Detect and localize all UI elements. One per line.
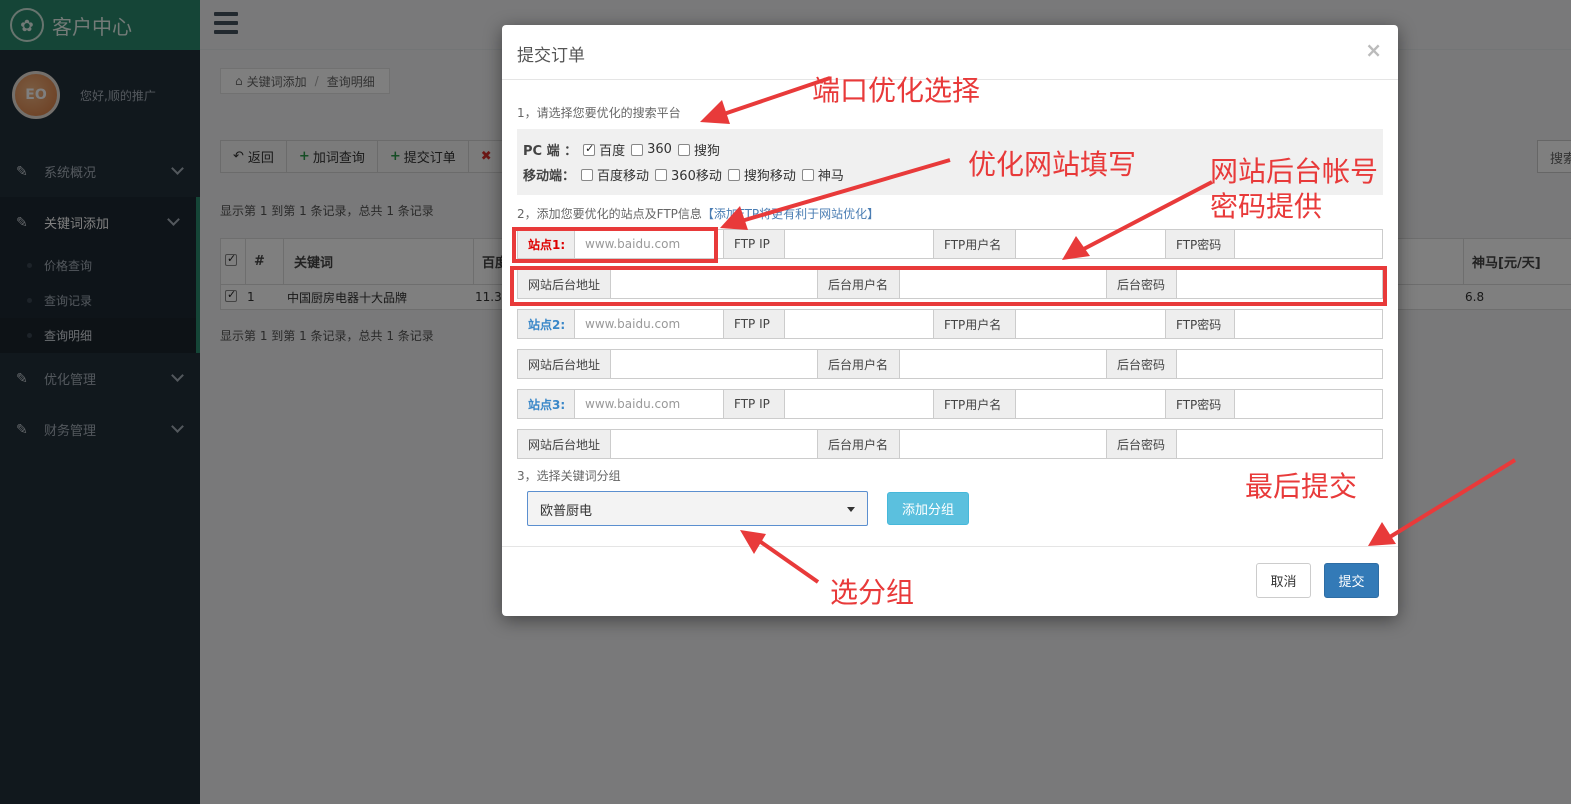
checkbox-box[interactable]	[631, 143, 644, 156]
admin-url-addon: 网站后台地址	[518, 430, 611, 458]
checkbox-label: 360移动	[671, 169, 722, 184]
checkbox-label: 神马	[817, 169, 844, 184]
checkbox-box[interactable]	[581, 168, 594, 181]
site2-ftp-ip-input[interactable]	[785, 310, 934, 338]
site3-ftp-pass-input[interactable]	[1235, 390, 1382, 418]
admin-user-addon: 后台用户名	[818, 430, 900, 458]
checkbox-baidu-mobile[interactable]: 百度移动	[581, 165, 649, 184]
site3-label: 站点3:	[518, 390, 575, 418]
checkbox-box[interactable]	[655, 168, 668, 181]
add-group-button[interactable]: 添加分组	[887, 492, 969, 525]
checkbox-sogou[interactable]: 搜狗	[677, 140, 720, 159]
ftp-pass-addon: FTP密码	[1166, 230, 1235, 258]
group-selected-value: 欧普厨电	[540, 504, 593, 519]
site3-url-input[interactable]: www.baidu.com	[575, 390, 724, 418]
site2-ftp-pass-input[interactable]	[1235, 310, 1382, 338]
submit-button[interactable]: 提交	[1324, 563, 1379, 598]
annotation-final: 最后提交	[1245, 470, 1358, 503]
step2-note: 【添加FTP将更有利于网站优化】	[701, 207, 880, 221]
admin-user-addon: 后台用户名	[818, 350, 900, 378]
annotation-box-admin	[510, 266, 1387, 306]
checkbox-360[interactable]: 360	[631, 142, 672, 157]
site1-ftp-pass-input[interactable]	[1235, 230, 1382, 258]
ftp-ip-addon: FTP IP	[724, 390, 785, 418]
site2-ftp-user-input[interactable]	[1016, 310, 1166, 338]
site1-ftp-user-input[interactable]	[1016, 230, 1166, 258]
site3-ftp-user-input[interactable]	[1016, 390, 1166, 418]
checkbox-box[interactable]	[583, 142, 596, 156]
keyword-group-select[interactable]: 欧普厨电	[527, 491, 868, 526]
site1-ftp-ip-input[interactable]	[785, 230, 934, 258]
checkbox-360-mobile[interactable]: 360移动	[655, 165, 722, 184]
ftp-ip-addon: FTP IP	[724, 230, 785, 258]
site3-admin-user-input[interactable]	[900, 430, 1107, 458]
annotation-group: 选分组	[830, 576, 915, 609]
admin-pass-addon: 后台密码	[1107, 430, 1177, 458]
step3-label: 3，选择关键词分组	[517, 469, 621, 483]
site3-ftp-group: 站点3: www.baidu.com FTP IP FTP用户名 FTP密码	[517, 389, 1383, 419]
annotation-port: 端口优化选择	[812, 74, 981, 107]
annotation-site: 优化网站填写	[968, 148, 1137, 181]
checkbox-label: 百度移动	[597, 169, 650, 184]
checkbox-label: 搜狗移动	[743, 169, 796, 184]
site3-admin-group: 网站后台地址 后台用户名 后台密码	[517, 429, 1383, 459]
annotation-box-site1	[512, 227, 718, 263]
caret-down-icon	[847, 507, 855, 512]
checkbox-label: 360	[647, 142, 672, 157]
annotation-admin-line1: 网站后台帐号	[1210, 155, 1379, 188]
pc-label: PC 端 ：	[523, 144, 578, 159]
close-icon[interactable]: ×	[1365, 38, 1382, 62]
site2-admin-pass-input[interactable]	[1177, 350, 1382, 378]
ftp-user-addon: FTP用户名	[934, 230, 1016, 258]
ftp-ip-addon: FTP IP	[724, 310, 785, 338]
checkbox-sogou-mobile[interactable]: 搜狗移动	[727, 165, 796, 184]
annotation-admin-line2: 密码提供	[1210, 190, 1323, 223]
ftp-user-addon: FTP用户名	[934, 390, 1016, 418]
checkbox-box[interactable]	[677, 143, 690, 156]
checkbox-label: 百度	[599, 144, 626, 159]
modal-header: 提交订单 ×	[502, 25, 1398, 80]
step1-label: 1，请选择您要优化的搜索平台	[517, 106, 681, 120]
site2-admin-url-input[interactable]	[611, 350, 818, 378]
ftp-pass-addon: FTP密码	[1166, 390, 1235, 418]
step2-text: 2，添加您要优化的站点及FTP信息	[517, 207, 702, 221]
ftp-pass-addon: FTP密码	[1166, 310, 1235, 338]
modal-footer: 取消 提交	[502, 546, 1398, 616]
step2-label: 2，添加您要优化的站点及FTP信息【添加FTP将更有利于网站优化】	[517, 205, 879, 222]
site2-label: 站点2:	[518, 310, 575, 338]
modal-title: 提交订单	[517, 46, 585, 66]
site3-ftp-ip-input[interactable]	[785, 390, 934, 418]
checkbox-box[interactable]	[727, 168, 740, 181]
submit-order-modal: 提交订单 × 1，请选择您要优化的搜索平台 PC 端 ： 百度 360 搜狗 移…	[502, 25, 1398, 616]
site3-admin-url-input[interactable]	[611, 430, 818, 458]
site3-admin-pass-input[interactable]	[1177, 430, 1382, 458]
site2-ftp-group: 站点2: www.baidu.com FTP IP FTP用户名 FTP密码	[517, 309, 1383, 339]
site2-url-input[interactable]: www.baidu.com	[575, 310, 724, 338]
mobile-label: 移动端：	[523, 169, 576, 184]
checkbox-shenma[interactable]: 神马	[801, 165, 844, 184]
checkbox-label: 搜狗	[693, 144, 720, 159]
cancel-button[interactable]: 取消	[1256, 563, 1311, 598]
ftp-user-addon: FTP用户名	[934, 310, 1016, 338]
admin-pass-addon: 后台密码	[1107, 350, 1177, 378]
site2-admin-group: 网站后台地址 后台用户名 后台密码	[517, 349, 1383, 379]
checkbox-baidu[interactable]: 百度	[583, 140, 625, 159]
admin-url-addon: 网站后台地址	[518, 350, 611, 378]
site2-admin-user-input[interactable]	[900, 350, 1107, 378]
checkbox-box[interactable]	[801, 168, 814, 181]
